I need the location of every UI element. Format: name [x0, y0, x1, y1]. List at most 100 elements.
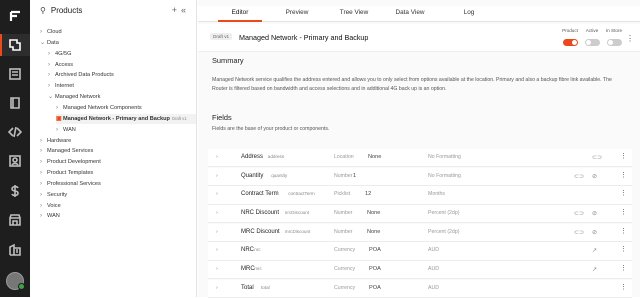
tree-node[interactable]: › Internet	[48, 81, 74, 91]
tree-node[interactable]: › WAN	[40, 211, 60, 221]
field-key: address	[267, 154, 285, 159]
chevron-right-icon[interactable]: ›	[216, 266, 218, 272]
field-row[interactable]: › Total total Currency POA AUD ⋮	[208, 279, 632, 298]
chevron-down-icon[interactable]: ⌄	[40, 38, 47, 48]
tree-node[interactable]: ⌄ Data	[40, 38, 59, 48]
book-icon[interactable]	[7, 95, 23, 111]
tree-node[interactable]: › Managed Services	[40, 146, 93, 156]
field-row[interactable]: › MRC Discount mrcDiscount Number None Percen…	[208, 223, 632, 242]
tree-node[interactable]: ⌄ Managed Network	[48, 92, 100, 102]
product-icon[interactable]: ▣	[56, 114, 63, 124]
field-name: Address	[241, 154, 264, 160]
chevron-right-icon[interactable]: ›	[216, 154, 218, 160]
field-row[interactable]: › MRC mrc Currency POA AUD ⋮ ↗	[208, 260, 632, 280]
chevron-right-icon[interactable]: ›	[40, 179, 47, 189]
field-row[interactable]: › NRC Discount nrcDiscount Number None Percen…	[208, 204, 632, 224]
tree-node[interactable]: ▣Managed Network - Primary and Backup Dra…	[56, 113, 196, 124]
active-toggle[interactable]: Active	[580, 28, 604, 51]
field-row[interactable]: › Quantity quantity Number 1 No Formatting ⋮ ⊂⊃…	[208, 167, 632, 187]
in-store-toggle[interactable]: In Store	[602, 28, 626, 51]
tag-icon[interactable]: ⊂⊃	[574, 173, 584, 180]
tree-node[interactable]: › Hardware	[40, 136, 71, 146]
more-options-icon[interactable]: ⋮	[620, 227, 627, 235]
draft-chip: Draft v1	[171, 115, 187, 121]
chevron-right-icon[interactable]: ›	[216, 173, 218, 179]
eye-off-icon[interactable]: ⊘	[592, 210, 597, 217]
more-options-icon[interactable]: ⋮	[620, 152, 627, 160]
chevron-right-icon[interactable]: ›	[56, 125, 63, 135]
avatar[interactable]	[6, 272, 25, 290]
tree-node[interactable]: › Archived Data Products	[48, 70, 114, 80]
logo-icon[interactable]	[7, 8, 23, 24]
chevron-right-icon[interactable]: ›	[40, 168, 47, 178]
contact-icon[interactable]	[7, 153, 23, 169]
chevron-right-icon[interactable]: ›	[40, 190, 47, 200]
more-options-icon[interactable]: ⋮	[626, 34, 634, 43]
tab-data-view[interactable]: Data View	[388, 6, 432, 22]
more-options-icon[interactable]: ⋮	[620, 245, 627, 253]
chevron-right-icon[interactable]: ›	[216, 191, 218, 197]
chevron-right-icon[interactable]: ›	[216, 210, 218, 216]
more-options-icon[interactable]: ⋮	[620, 264, 627, 272]
arrow-icon[interactable]: ↗	[592, 266, 597, 273]
more-options-icon[interactable]: ⋮	[620, 208, 627, 216]
chevron-down-icon[interactable]: ⌄	[48, 92, 55, 102]
field-type: Currency	[334, 265, 356, 272]
chevron-right-icon[interactable]: ›	[216, 229, 218, 235]
collapse-panel-button[interactable]: «	[181, 5, 190, 15]
tree-node[interactable]: › Cloud	[40, 27, 62, 37]
document-icon[interactable]	[7, 66, 23, 82]
store-icon[interactable]	[7, 212, 23, 228]
chevron-right-icon[interactable]: ›	[40, 211, 47, 221]
product-icon[interactable]	[7, 37, 23, 53]
tree-node[interactable]: › Product Development	[40, 157, 101, 167]
field-row[interactable]: › NRC nrc Currency POA AUD ⋮ ↗	[208, 242, 632, 261]
dollar-icon[interactable]	[7, 183, 23, 199]
chevron-right-icon[interactable]: ›	[40, 136, 47, 146]
field-row[interactable]: › Contract Term contractTerm Picklist 12 Mont…	[208, 186, 632, 205]
chevron-right-icon[interactable]: ›	[48, 60, 55, 70]
tag-icon[interactable]: ⊂⊃	[574, 229, 584, 236]
chevron-right-icon[interactable]: ›	[48, 81, 55, 91]
chevron-right-icon[interactable]: ›	[40, 201, 47, 211]
more-options-icon[interactable]: ⋮	[620, 189, 627, 197]
chevron-right-icon[interactable]: ›	[56, 103, 63, 113]
field-row[interactable]: › Address address Location None No Formatting…	[208, 149, 632, 168]
chevron-right-icon[interactable]: ›	[40, 146, 47, 156]
more-options-icon[interactable]: ⋮	[620, 283, 627, 291]
tree-node[interactable]: › Security	[40, 190, 67, 200]
tree-node[interactable]: › Voice	[40, 201, 61, 211]
more-options-icon[interactable]: ⋮	[620, 171, 627, 179]
add-product-button[interactable]: +	[172, 5, 181, 15]
field-type: Number	[334, 228, 353, 235]
chevron-right-icon[interactable]: ›	[216, 285, 218, 291]
icon-rail	[0, 0, 30, 297]
tree-node[interactable]: › Managed Network Components	[56, 103, 142, 113]
arrow-icon[interactable]: ↗	[592, 247, 597, 254]
tag-icon[interactable]: ⊂⊃	[574, 210, 584, 217]
tree-node[interactable]: › WAN	[56, 125, 76, 135]
chevron-right-icon[interactable]: ›	[40, 157, 47, 167]
chevron-right-icon[interactable]: ›	[216, 247, 218, 253]
fields-description: Fields are the base of your product or c…	[212, 126, 330, 132]
chevron-right-icon[interactable]: ›	[40, 27, 47, 37]
tab-log[interactable]: Log	[448, 6, 490, 22]
tab-editor[interactable]: Editor	[218, 6, 262, 22]
eye-off-icon[interactable]: ⊘	[592, 229, 597, 236]
chevron-right-icon[interactable]: ›	[48, 49, 55, 59]
tree-node[interactable]: › Professional Services	[40, 179, 101, 189]
field-name: NRC Discount	[241, 209, 280, 216]
tab-preview[interactable]: Preview	[276, 6, 318, 22]
code-icon[interactable]	[7, 124, 23, 140]
tree-node[interactable]: › 4G/5G	[48, 49, 71, 59]
tab-tree-view[interactable]: Tree View	[332, 6, 376, 22]
tree-node[interactable]: › Access	[48, 60, 73, 70]
chevron-right-icon[interactable]: ›	[48, 70, 55, 80]
tag-icon[interactable]: ⊂⊃	[592, 154, 602, 161]
eye-off-icon[interactable]: ⊘	[592, 173, 597, 180]
search-icon[interactable]: ⚲	[40, 6, 46, 15]
field-name: NRC	[241, 247, 254, 254]
building-icon[interactable]	[7, 242, 23, 258]
tree-node[interactable]: › Product Templates	[40, 168, 93, 178]
product-toggle[interactable]: Product	[558, 28, 582, 51]
